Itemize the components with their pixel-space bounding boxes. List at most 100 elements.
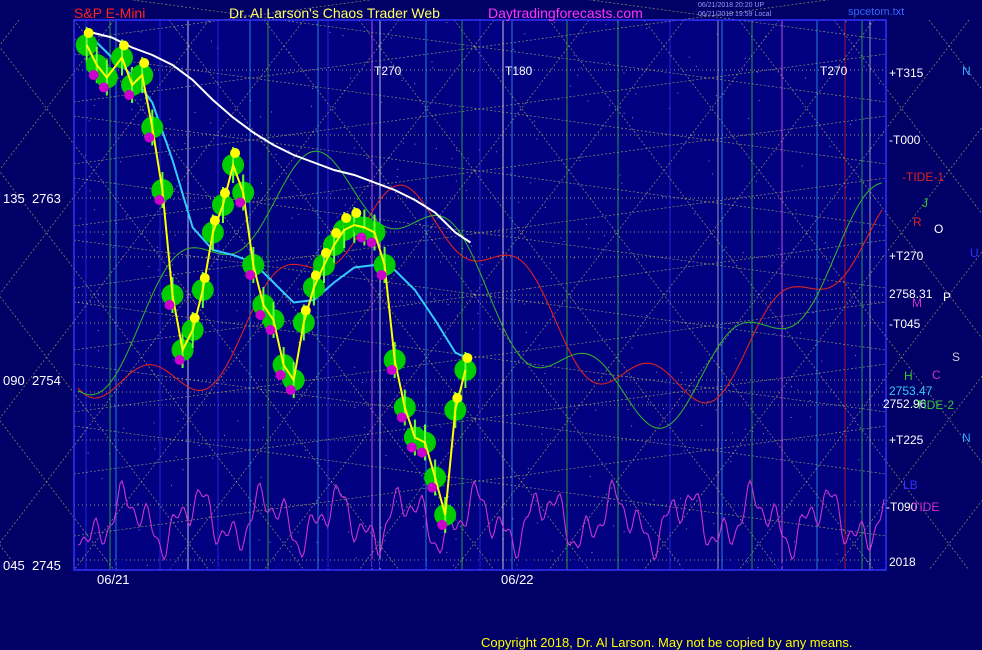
star-dot: [342, 35, 344, 37]
star-dot: [400, 300, 402, 302]
star-dot: [444, 324, 446, 326]
star-dot: [551, 277, 553, 279]
planet-marker: N: [962, 431, 971, 445]
star-dot: [801, 165, 803, 167]
x-hour-label: 15: [826, 557, 840, 571]
star-dot: [171, 514, 173, 516]
star-dot: [536, 138, 538, 140]
star-dot: [769, 297, 771, 299]
star-dot: [715, 409, 717, 411]
star-dot: [381, 101, 383, 103]
planet-marker: H: [904, 369, 913, 383]
star-dot: [748, 118, 750, 120]
star-dot: [263, 426, 265, 428]
yellow-marker: [351, 208, 362, 218]
star-dot: [533, 120, 535, 122]
star-dot: [630, 425, 632, 427]
star-dot: [329, 31, 331, 33]
star-dot: [447, 304, 449, 306]
star-dot: [212, 562, 214, 564]
star-dot: [509, 173, 511, 175]
star-dot: [829, 145, 831, 147]
star-dot: [518, 201, 520, 203]
star-dot: [525, 331, 527, 333]
star-dot: [552, 245, 554, 247]
star-dot: [523, 303, 525, 305]
star-dot: [237, 420, 239, 422]
star-dot: [88, 120, 90, 122]
star-dot: [260, 476, 262, 478]
magenta-marker: [396, 412, 407, 423]
star-dot: [550, 383, 552, 385]
star-dot: [715, 95, 717, 97]
star-dot: [223, 381, 225, 383]
star-dot: [512, 48, 514, 50]
star-dot: [774, 333, 776, 335]
star-dot: [396, 176, 398, 178]
yellow-marker: [199, 273, 210, 283]
star-dot: [647, 401, 649, 403]
planet-marker: M: [912, 296, 922, 310]
star-dot: [354, 147, 356, 149]
star-dot: [138, 529, 140, 531]
star-dot: [170, 484, 172, 486]
star-dot: [804, 77, 806, 79]
star-dot: [175, 456, 177, 458]
magenta-marker: [386, 365, 397, 375]
star-dot: [648, 403, 650, 405]
star-dot: [619, 106, 621, 108]
star-dot: [97, 350, 99, 352]
star-dot: [821, 360, 823, 362]
star-dot: [619, 174, 621, 176]
y-label-2745: 045 2745: [3, 558, 61, 573]
star-dot: [613, 525, 615, 527]
magenta-marker: [235, 197, 246, 208]
star-dot: [470, 245, 472, 247]
right-label: +T315: [889, 66, 924, 80]
star-dot: [344, 204, 346, 206]
x-hour-label: 15: [420, 557, 434, 571]
x-hour-label: 11: [216, 557, 229, 571]
star-dot: [432, 67, 434, 69]
star-dot: [321, 519, 323, 521]
star-dot: [547, 444, 549, 446]
star-dot: [431, 61, 433, 63]
star-dot: [863, 65, 865, 67]
star-dot: [396, 500, 398, 502]
star-dot: [433, 298, 435, 300]
star-dot: [87, 452, 89, 454]
star-dot: [169, 118, 171, 120]
star-dot: [623, 531, 625, 533]
star-dot: [677, 92, 679, 94]
time-label: T270: [374, 64, 402, 78]
star-dot: [573, 257, 575, 259]
star-dot: [157, 269, 159, 271]
star-dot: [611, 294, 613, 296]
star-dot: [631, 347, 633, 349]
star-dot: [304, 449, 306, 451]
star-dot: [348, 531, 350, 533]
planet-marker: P: [943, 290, 952, 304]
planet-marker: R: [913, 215, 922, 229]
star-dot: [269, 541, 271, 543]
star-dot: [797, 389, 799, 391]
star-dot: [585, 223, 587, 225]
star-dot: [495, 151, 497, 153]
yellow-marker: [119, 40, 129, 51]
star-dot: [89, 190, 91, 192]
star-dot: [260, 365, 262, 367]
star-dot: [94, 209, 96, 211]
star-dot: [683, 450, 685, 452]
star-dot: [587, 100, 589, 102]
star-dot: [137, 351, 139, 353]
star-dot: [384, 540, 386, 542]
site-link[interactable]: Daytradingforecasts.com: [488, 5, 643, 21]
star-dot: [148, 266, 150, 268]
star-dot: [656, 371, 658, 373]
star-dot: [744, 428, 746, 430]
star-dot: [293, 441, 295, 443]
star-dot: [414, 143, 416, 145]
star-dot: [194, 112, 196, 114]
star-dot: [126, 215, 128, 217]
star-dot: [758, 100, 760, 102]
